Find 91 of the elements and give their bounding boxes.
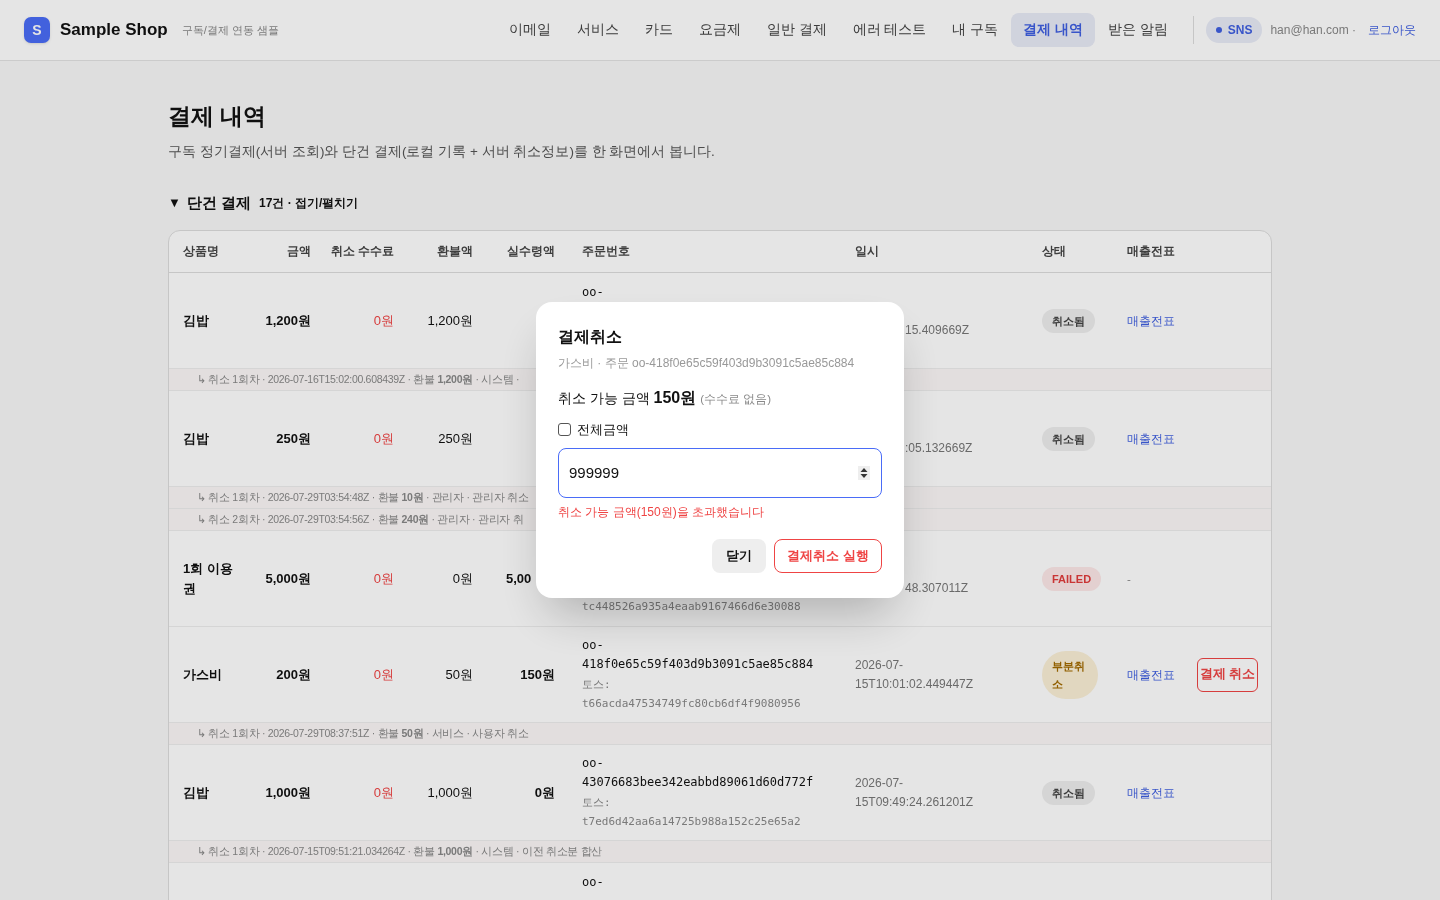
receipt-link[interactable]: 매출전표 [1127,787,1175,799]
nav-tab[interactable]: 받은 알림 [1095,13,1181,47]
nav-tab[interactable]: 서비스 [563,13,632,47]
brand-name: Sample Shop [60,19,168,42]
refund-cell-text: 0원 [451,570,473,588]
nav-tab[interactable]: 결제 내역 [1011,13,1095,47]
error-message: 취소 가능 금액(150원)을 초과했습니다 [558,503,765,521]
logout-link[interactable]: 로그아웃 [1368,21,1416,39]
cancel-detail: ↳ 취소 1회차 · 2026-07-15T09:51:21.034264Z · 환불 1,000원 · 시스템 · 이전 취소분 합산 [197,843,602,859]
close-button[interactable]: 닫기 [712,538,767,573]
net-amount-cell-text: 5,00 [505,570,533,588]
available-note: (수수료 없음) [700,392,772,407]
date-cell-text: :05.132669Z [904,439,974,457]
fee-cell-text: 0원 [372,784,394,802]
amount-cell-text: 1,000원 [264,784,311,802]
logo-badge: S [24,17,50,43]
page-description: 구독 정기결제(서버 조회)와 단건 결제(로컬 기록 + 서버 취소정보)를 한 화면에서 봅니다. [168,142,716,161]
date-cell-text: 15.409669Z [904,321,971,339]
payment-key: tc448526a935a4eaab9167466d6e30088 [582,596,822,617]
column-header: 실수령액 [506,244,555,260]
fee-cell-text: 0원 [372,666,394,684]
product-name: 김밥 [183,430,210,448]
column-header: 일시 [855,244,880,260]
amount-cell-text: 200원 [275,666,311,684]
column-header: 상태 [1042,244,1067,260]
page-title: 결제 내역 [168,102,268,131]
nav-tab[interactable]: 내 구독 [939,13,1012,47]
product-name: 김밥 [183,784,210,802]
column-header: 금액 [286,244,311,260]
date-cell-text: 2026-07-15T09:49:24.261201Z [855,774,975,811]
cancel-detail: ↳ 취소 1회차 · 2026-07-29T08:37:51Z · 환불 50원 · 서비스 · 사용자 취소 [197,725,529,741]
cancel-detail: ↳ 취소 2회차 · 2026-07-29T03:54:56Z · 환불 240원 · 관리자 · 관리자 취 [197,511,524,527]
status-badge: 부분취소 [1042,650,1098,699]
receipt-link[interactable]: 매출전표 [1127,433,1175,445]
order-number: oo-418f0e65c59f403d9b3091c5ae85c884 [582,636,815,674]
refund-cell-text: 250원 [437,430,473,448]
nav-tab[interactable]: 일반 결제 [753,13,840,47]
nav-tab[interactable]: 요금제 [685,13,754,47]
dialog-title: 결제취소 [558,327,623,347]
confirm-cancel-button[interactable]: 결제취소 실행 [774,538,882,573]
refund-cell-text: 50원 [444,666,473,684]
receipt-link[interactable]: 매출전표 [1127,315,1175,327]
column-header: 매출전표 [1127,244,1176,260]
tagline: 구독/결제 연동 샘플 [181,22,279,38]
date-cell-text: 2026-07-15T10:01:02.449447Z [855,656,975,693]
payment-key: 토스: t66acda47534749fc80cb6df4f9080956 [582,674,822,714]
order-number: oo- [582,284,605,302]
order-number: oo-43076683bee342eabbd89061d60d772f [582,754,815,792]
column-header: 취소 수수료 [329,244,394,260]
fee-cell-text: 0원 [372,430,394,448]
status-badge: 취소됨 [1042,780,1095,805]
receipt-link[interactable]: 매출전표 [1127,669,1175,681]
fee-cell-text: 0원 [372,570,394,588]
status-badge: 취소됨 [1042,308,1095,333]
payment-key: 토스: t7ed6d42aa6a14725b988a152c25e65a2 [582,792,822,832]
nav-tab[interactable]: 에러 테스트 [839,13,940,47]
user-email: han@han.com · [1270,22,1356,39]
date-cell-text: 48.307011Z [904,579,970,597]
dialog-subtitle: 가스비 · 주문 oo-418f0e65c59f403d9b3091c5ae85c884 [558,355,856,372]
refund-cell-text: 1,000원 [426,784,473,802]
sns-badge: SNS [1205,17,1263,43]
amount-input[interactable]: 999999 [558,447,882,498]
section-toggle[interactable]: ▼ 단건 결제 [168,191,252,215]
nav-tab[interactable]: 카드 [631,13,686,47]
cancel-payment-button[interactable]: 결제 취소 [1197,657,1258,692]
available-amount: 150원 [653,388,697,408]
checkbox[interactable] [558,423,571,437]
net-amount-cell-text: 150원 [519,666,555,684]
cancel-detail: ↳ 취소 1회차 · 2026-07-16T15:02:00.608439Z · 환불 1,200원 · 시스템 · [197,371,520,387]
status-badge: 취소됨 [1042,426,1095,451]
status-badge: FAILED [1042,566,1102,591]
column-header: 상품명 [183,244,220,260]
cancel-detail: ↳ 취소 1회차 · 2026-07-29T03:54:48Z · 환불 10원 · 관리자 · 관리자 취소 [197,489,529,505]
order-number: oo- [582,874,605,892]
amount-cell-text: 5,000원 [264,570,311,588]
section-meta: 17건 · 접기/펼치기 [259,195,359,212]
net-amount-cell-text: 0원 [533,784,555,802]
product-name: 김밥 [183,312,210,330]
product-name: 1회 이용권 [183,560,234,598]
checkbox-label: 전체금액 [577,421,629,439]
nav-tab[interactable]: 이메일 [495,13,564,47]
available-label: 취소 가능 금액 [558,390,650,408]
amount-cell-text: 1,200원 [264,312,311,330]
amount-cell-text: 250원 [275,430,311,448]
empty-receipt: - [1127,573,1131,585]
refund-cell-text: 1,200원 [426,312,473,330]
column-header: 환불액 [436,244,473,260]
column-header: 주문번호 [582,244,631,260]
product-name: 가스비 [183,666,223,684]
fee-cell-text: 0원 [372,312,394,330]
toggle-icon: ▼ [168,193,181,213]
